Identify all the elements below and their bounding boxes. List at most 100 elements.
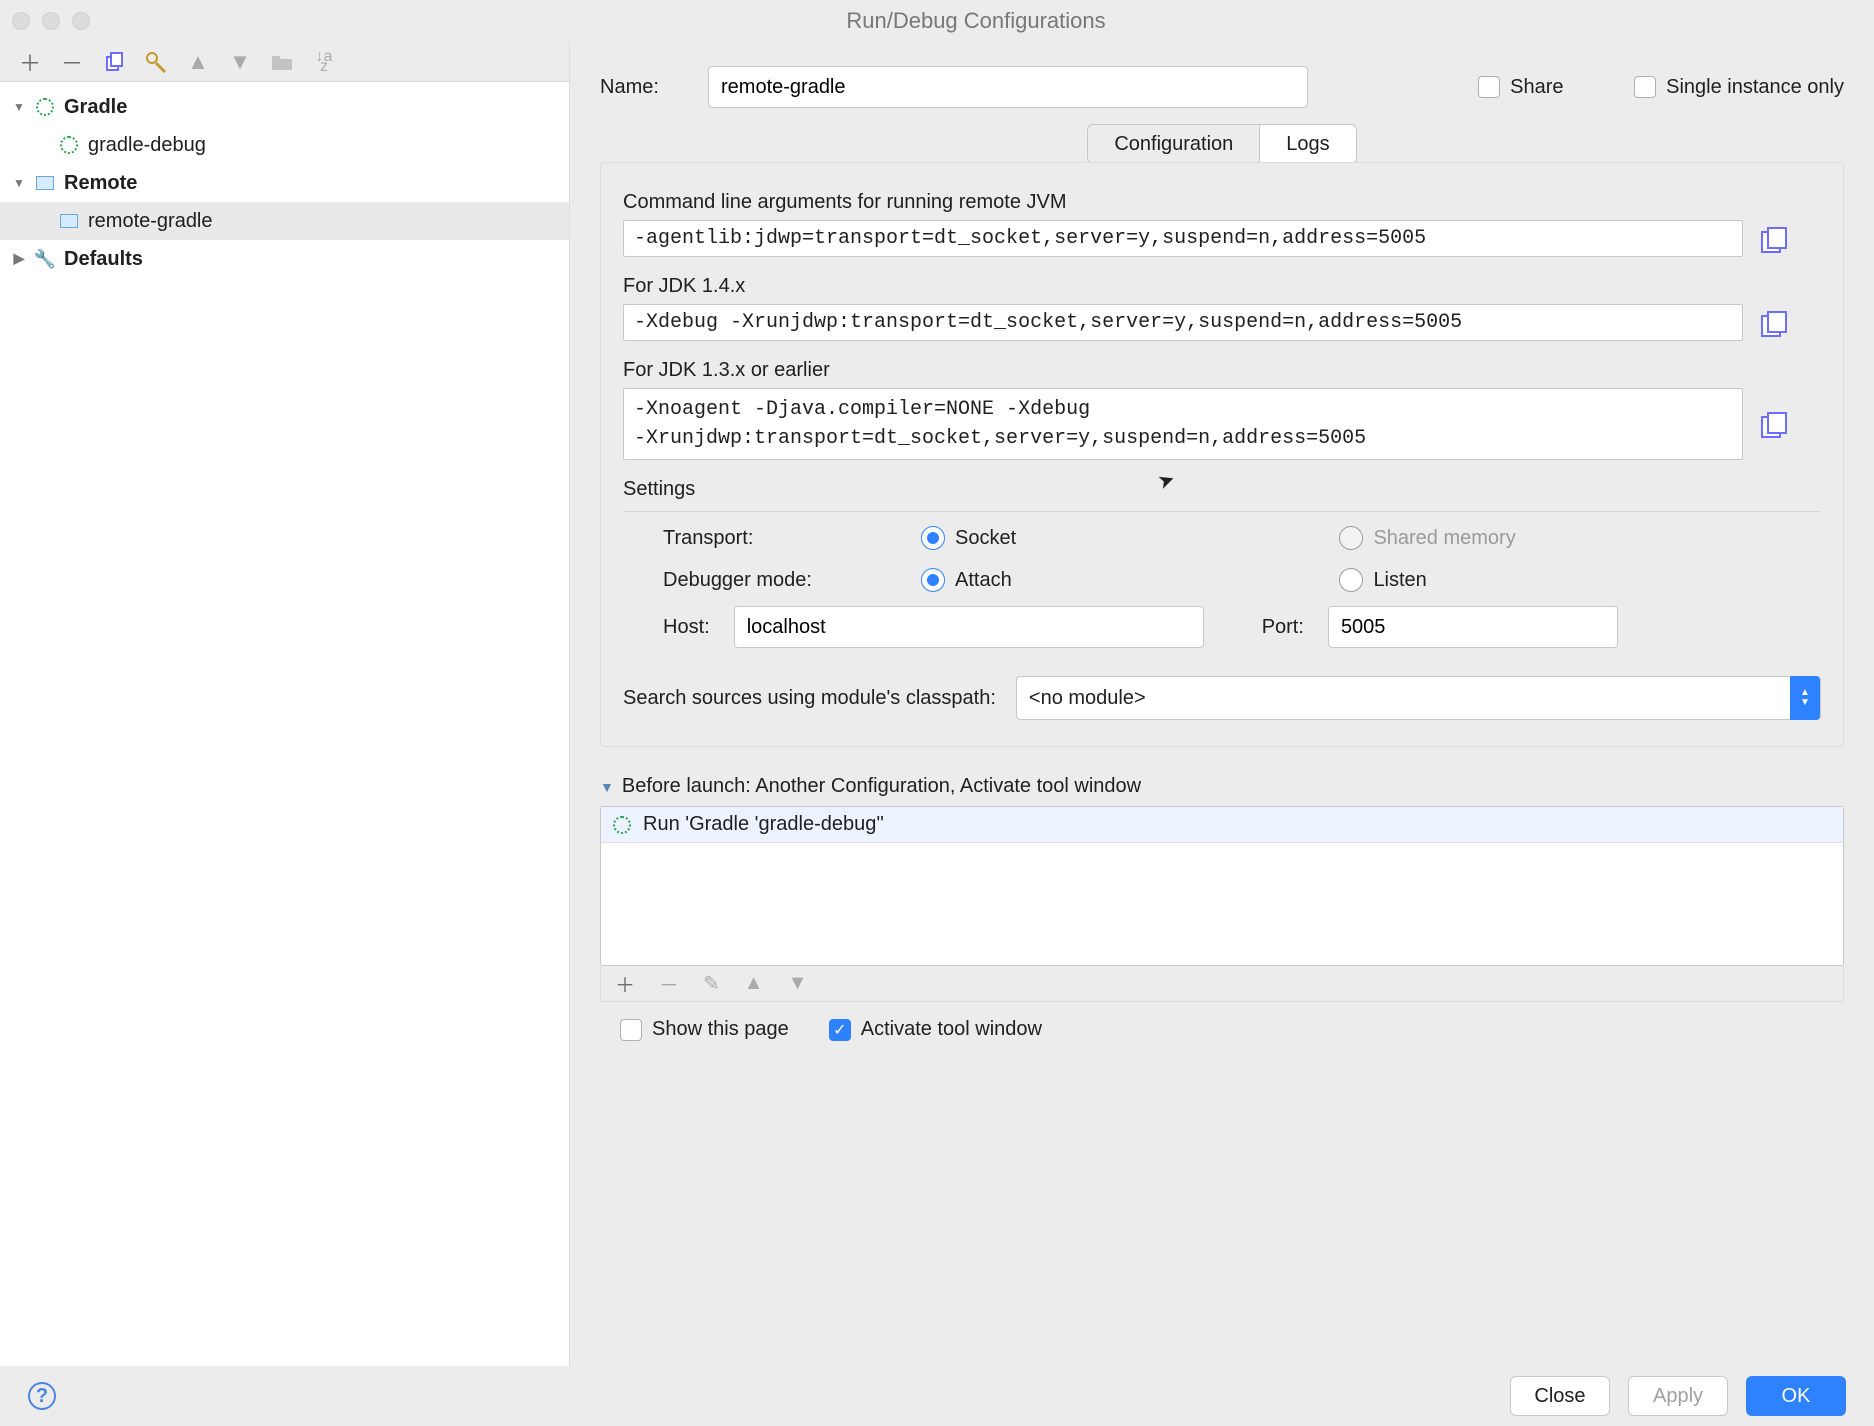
settings-heading: Settings: [623, 478, 1821, 501]
cmdline-field[interactable]: -agentlib:jdwp=transport=dt_socket,serve…: [623, 220, 1743, 257]
tree-group-gradle[interactable]: Gradle: [0, 88, 569, 126]
apply-button: Apply: [1628, 1376, 1728, 1416]
close-window-icon[interactable]: [12, 12, 30, 30]
tree-label: Remote: [64, 172, 137, 195]
debugger-mode-label: Debugger mode:: [663, 569, 903, 592]
tree-label: gradle-debug: [88, 134, 206, 157]
tree-group-remote[interactable]: Remote: [0, 164, 569, 202]
tab-logs[interactable]: Logs: [1260, 124, 1356, 164]
checkbox-icon: [620, 1019, 642, 1041]
checkbox-label: Show this page: [652, 1018, 789, 1041]
copy-icon[interactable]: [1761, 227, 1785, 251]
before-launch-header[interactable]: ▼ Before launch: Another Configuration, …: [600, 775, 1844, 798]
show-this-page-checkbox[interactable]: Show this page: [620, 1018, 789, 1041]
edit-task-icon: ✎: [703, 971, 720, 996]
move-down-icon: ▼: [228, 50, 252, 74]
remote-icon: [34, 172, 56, 194]
caret-down-icon[interactable]: ▼: [600, 779, 614, 795]
remove-config-icon[interactable]: －: [60, 50, 84, 74]
wrench-icon: 🔧: [34, 248, 56, 270]
checkbox-icon: [1634, 76, 1656, 98]
copy-icon[interactable]: [1761, 412, 1785, 436]
port-input[interactable]: [1328, 606, 1618, 648]
sidebar: ＋ － ▲ ▼ ↓a z Gradle gradle-debug: [0, 42, 570, 1366]
sort-icon: ↓a z: [312, 50, 336, 74]
help-icon[interactable]: ?: [28, 1382, 56, 1410]
zoom-window-icon[interactable]: [72, 12, 90, 30]
gradle-icon: [58, 134, 80, 156]
radio-icon: [1339, 568, 1363, 592]
tab-configuration[interactable]: Configuration: [1087, 124, 1260, 164]
host-input[interactable]: [734, 606, 1204, 648]
save-config-icon[interactable]: [144, 50, 168, 74]
before-launch-title: Before launch: Another Configuration, Ac…: [622, 775, 1141, 798]
tree-group-defaults[interactable]: 🔧 Defaults: [0, 240, 569, 278]
title-bar: Run/Debug Configurations: [0, 0, 1874, 42]
checkbox-label: Activate tool window: [861, 1018, 1042, 1041]
before-launch-toolbar: ＋ － ✎ ▲ ▼: [600, 966, 1844, 1002]
before-launch-list[interactable]: Run 'Gradle 'gradle-debug'': [600, 806, 1844, 966]
radio-icon: [921, 526, 945, 550]
configuration-tree[interactable]: Gradle gradle-debug Remote remote-gradle…: [0, 82, 569, 1366]
bottom-bar: ? Close Apply OK: [0, 1366, 1874, 1426]
debugger-attach-radio[interactable]: Attach: [921, 568, 1321, 592]
add-config-icon[interactable]: ＋: [18, 50, 42, 74]
transport-shared-memory-radio: Shared memory: [1339, 526, 1821, 550]
main-panel: Name: Share Single instance only Configu…: [570, 42, 1874, 1366]
folder-icon: [270, 50, 294, 74]
jdk14-field[interactable]: -Xdebug -Xrunjdwp:transport=dt_socket,se…: [623, 304, 1743, 341]
copy-config-icon[interactable]: [102, 50, 126, 74]
dropdown-icon[interactable]: ▲▼: [1790, 676, 1820, 720]
caret-right-icon[interactable]: [12, 250, 26, 268]
single-instance-checkbox[interactable]: Single instance only: [1634, 76, 1844, 99]
ok-button[interactable]: OK: [1746, 1376, 1846, 1416]
checkbox-icon: ✓: [829, 1019, 851, 1041]
remote-icon: [58, 210, 80, 232]
checkbox-label: Single instance only: [1666, 76, 1844, 99]
jdk14-label: For JDK 1.4.x: [623, 275, 1821, 298]
radio-label: Shared memory: [1373, 527, 1515, 550]
checkbox-label: Share: [1510, 76, 1563, 99]
radio-label: Socket: [955, 527, 1016, 550]
close-button[interactable]: Close: [1510, 1376, 1610, 1416]
traffic-lights: [12, 12, 90, 30]
move-up-icon: ▲: [744, 972, 764, 995]
share-checkbox[interactable]: Share: [1478, 76, 1568, 99]
tree-item-gradle-debug[interactable]: gradle-debug: [0, 126, 569, 164]
copy-icon[interactable]: [1761, 311, 1785, 335]
tabs: Configuration Logs: [600, 124, 1844, 164]
caret-down-icon[interactable]: [12, 174, 26, 192]
before-launch-item-label: Run 'Gradle 'gradle-debug'': [643, 813, 884, 836]
gradle-icon: [611, 814, 633, 836]
divider: [623, 511, 1821, 512]
sidebar-toolbar: ＋ － ▲ ▼ ↓a z: [0, 42, 569, 82]
tree-label: Gradle: [64, 96, 127, 119]
tree-item-remote-gradle[interactable]: remote-gradle: [0, 202, 569, 240]
debugger-listen-radio[interactable]: Listen: [1339, 568, 1821, 592]
module-select[interactable]: <no module> ▲▼: [1016, 676, 1821, 720]
radio-icon: [1339, 526, 1363, 550]
before-launch-item[interactable]: Run 'Gradle 'gradle-debug'': [601, 807, 1843, 843]
window-title: Run/Debug Configurations: [90, 8, 1862, 34]
radio-label: Attach: [955, 569, 1012, 592]
port-label: Port:: [1262, 616, 1304, 639]
move-up-icon: ▲: [186, 50, 210, 74]
cmdline-label: Command line arguments for running remot…: [623, 191, 1821, 214]
gradle-icon: [34, 96, 56, 118]
radio-label: Listen: [1373, 569, 1426, 592]
activate-tool-window-checkbox[interactable]: ✓ Activate tool window: [829, 1018, 1042, 1041]
checkbox-icon: [1478, 76, 1500, 98]
configuration-panel: Command line arguments for running remot…: [600, 162, 1844, 747]
tree-label: remote-gradle: [88, 210, 213, 233]
host-label: Host:: [663, 616, 710, 639]
transport-socket-radio[interactable]: Socket: [921, 526, 1321, 550]
add-task-icon[interactable]: ＋: [615, 969, 635, 998]
caret-down-icon[interactable]: [12, 98, 26, 116]
before-launch-section: ▼ Before launch: Another Configuration, …: [600, 775, 1844, 1041]
minimize-window-icon[interactable]: [42, 12, 60, 30]
jdk13-field[interactable]: -Xnoagent -Djava.compiler=NONE -Xdebug -…: [623, 388, 1743, 460]
search-sources-label: Search sources using module's classpath:: [623, 687, 996, 710]
jdk13-label: For JDK 1.3.x or earlier: [623, 359, 1821, 382]
name-input[interactable]: [708, 66, 1308, 108]
select-value: <no module>: [1029, 687, 1146, 710]
